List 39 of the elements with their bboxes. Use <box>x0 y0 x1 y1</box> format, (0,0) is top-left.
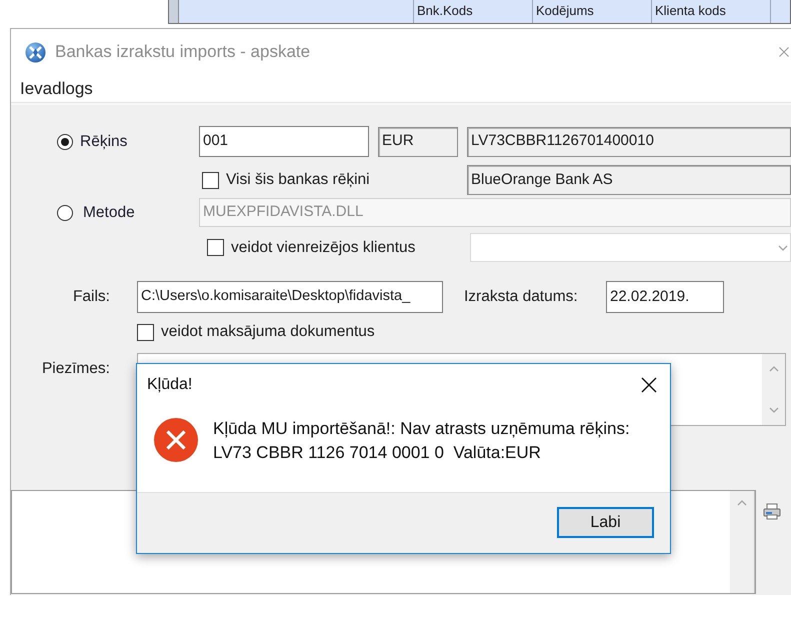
caret-down-icon[interactable] <box>768 407 778 413</box>
checkbox[interactable] <box>137 324 154 340</box>
file-path-field[interactable]: C:\Users\o.komisaraite\Desktop\fidavista_ <box>137 281 443 313</box>
row-header-cell <box>169 0 179 23</box>
statement-date-field[interactable]: 22.02.2019. <box>606 281 724 313</box>
printer-icon[interactable] <box>763 503 781 520</box>
radio-button[interactable] <box>57 134 73 150</box>
checkbox[interactable] <box>207 239 224 256</box>
checkbox-label: veidot vienreizējos klientus <box>231 238 416 258</box>
checkbox-label: veidot maksājuma dokumentus <box>161 322 375 342</box>
error-icon <box>154 418 198 462</box>
radio-button[interactable] <box>57 204 73 220</box>
statement-date-label: Izraksta datums: <box>464 287 579 308</box>
bank-name-field: BlueOrange Bank AS <box>467 165 791 195</box>
checkbox-label: Visi šis bankas rēķini <box>226 170 370 190</box>
caret-up-icon[interactable] <box>768 366 778 372</box>
window-title: Bankas izrakstu imports - apskate <box>55 41 310 64</box>
checkbox[interactable] <box>202 172 219 188</box>
column-header: Kodējums <box>533 0 652 23</box>
caret-up-icon[interactable] <box>737 500 747 506</box>
column-header: Klienta kods <box>652 0 771 23</box>
currency-field: EUR <box>378 126 458 156</box>
app-icon <box>25 42 46 62</box>
ok-button[interactable]: Labi <box>557 507 654 538</box>
account-field[interactable]: 001 <box>199 126 369 157</box>
scrollbar[interactable] <box>762 354 785 425</box>
file-label: Fails: <box>72 287 110 308</box>
radio-label: Metode <box>83 202 135 223</box>
caret-down-icon[interactable] <box>778 244 788 250</box>
dialog-title: Kļūda! <box>146 374 192 394</box>
error-message: Kļūda MU importēšanā!: Nav atrasts uzņēmuma rēķins: LV73 CBBR 1126 7014 0001 0 Valūta:EUR <box>213 418 630 464</box>
scrollbar[interactable] <box>730 491 755 593</box>
close-icon[interactable] <box>641 376 657 392</box>
column-header: Bnk.Kods <box>414 0 533 23</box>
client-dropdown[interactable] <box>470 233 791 262</box>
account-number-field: LV73CBBR1126701400010 <box>467 126 791 156</box>
menu-item[interactable]: Ievadlogs <box>20 76 93 102</box>
radio-label: Rēķins <box>80 132 128 152</box>
notes-label: Piezīmes: <box>40 359 110 379</box>
